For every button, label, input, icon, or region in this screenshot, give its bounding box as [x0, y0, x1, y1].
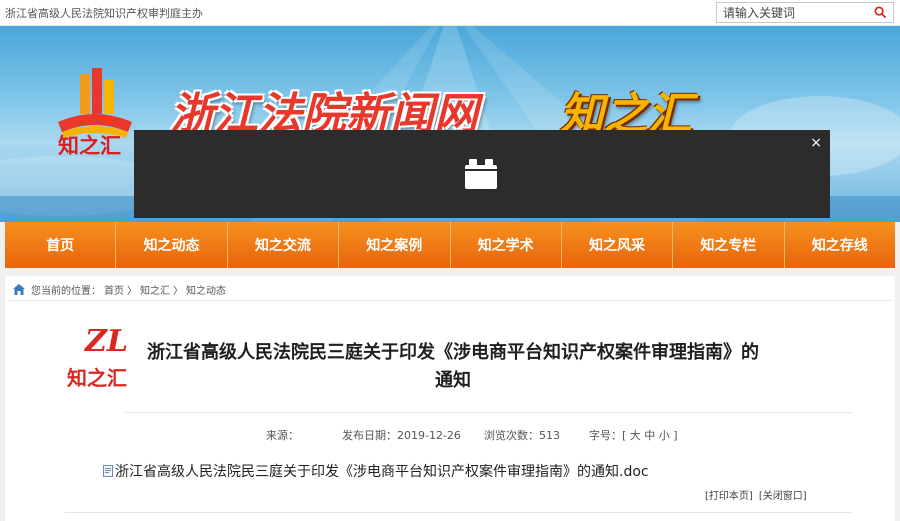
nav-item-cases[interactable]: 知之案例	[339, 222, 451, 268]
breadcrumb-news[interactable]: 知之动态	[186, 282, 226, 297]
divider	[65, 512, 851, 513]
search-icon[interactable]	[874, 6, 887, 19]
breadcrumb-separator: 〉	[173, 286, 183, 297]
nav-item-exchange[interactable]: 知之交流	[228, 222, 340, 268]
media-overlay: ×	[134, 130, 830, 218]
divider	[9, 300, 891, 301]
font-size-selector[interactable]: 字号：[ 大 中 小 ]	[589, 427, 678, 443]
top-bar: 浙江省高级人民法院知识产权审判庭主办	[0, 0, 900, 26]
overlay-close-button[interactable]: ×	[810, 135, 822, 151]
article-logo-text: 知之汇	[67, 366, 127, 390]
nav-item-home[interactable]: 首页	[5, 222, 117, 268]
attachment-row: 浙江省高级人民法院民三庭关于印发《涉电商平台知识产权案件审理指南》的通知.doc	[103, 461, 649, 481]
nav-item-column[interactable]: 知之专栏	[673, 222, 785, 268]
home-icon	[13, 284, 25, 295]
close-window-link[interactable]: [关闭窗口]	[759, 487, 807, 502]
breadcrumb-separator: 〉	[127, 286, 137, 297]
plugin-placeholder-icon	[465, 159, 497, 189]
meta-source: 来源：	[266, 429, 299, 442]
article-actions: [打印本页] [关闭窗口]	[705, 487, 807, 502]
article-logo: ZL 知之汇	[67, 324, 141, 394]
divider	[125, 412, 852, 413]
nav-item-news[interactable]: 知之动态	[116, 222, 228, 268]
nav-item-online[interactable]: 知之存线	[785, 222, 895, 268]
breadcrumb: 您当前的位置： 首页 〉 知之汇 〉 知之动态	[13, 282, 226, 297]
print-page-link[interactable]: [打印本页]	[705, 487, 753, 502]
breadcrumb-home[interactable]: 首页	[104, 282, 124, 297]
main-nav: 首页 知之动态 知之交流 知之案例 知之学术 知之风采 知之专栏 知之存线	[5, 222, 895, 268]
breadcrumb-prefix: 您当前的位置：	[31, 286, 101, 297]
nav-item-academic[interactable]: 知之学术	[451, 222, 562, 268]
search-box	[716, 2, 894, 23]
attachment-link[interactable]: 浙江省高级人民法院民三庭关于印发《涉电商平台知识产权案件审理指南》的通知.doc	[115, 461, 649, 481]
site-tagline: 浙江省高级人民法院知识产权审判庭主办	[5, 7, 203, 20]
article-panel: 您当前的位置： 首页 〉 知之汇 〉 知之动态 ZL 知之汇 浙江省高级人民法院…	[5, 276, 895, 521]
meta-views: 浏览次数：513	[484, 429, 560, 442]
breadcrumb-zhizhihui[interactable]: 知之汇	[140, 282, 170, 297]
meta-date: 发布日期：2019-12-26	[342, 429, 461, 442]
nav-item-style[interactable]: 知之风采	[562, 222, 674, 268]
document-icon	[103, 465, 113, 477]
zl-logo-mark: ZL	[85, 324, 128, 359]
search-input[interactable]	[717, 3, 871, 22]
article-meta: 来源： 发布日期：2019-12-26 浏览次数：513 字号：[ 大 中 小 …	[266, 427, 678, 443]
banner-logo-text: 知之汇	[58, 134, 121, 158]
article-title: 浙江省高级人民法院民三庭关于印发《涉电商平台知识产权案件审理指南》的通知	[147, 342, 759, 391]
